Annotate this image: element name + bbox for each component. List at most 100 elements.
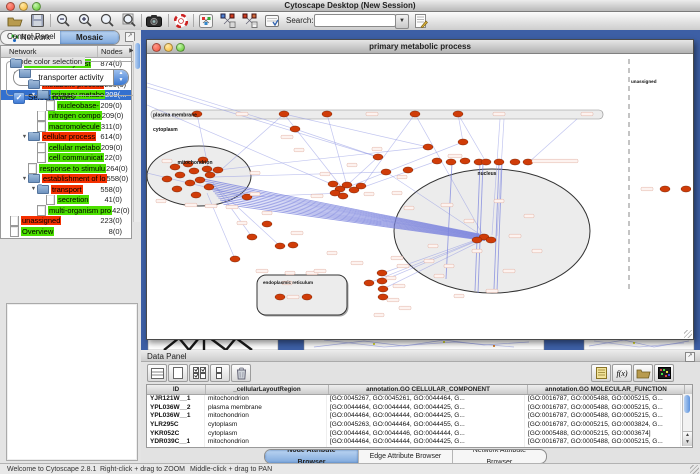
network-node[interactable] [460,158,470,164]
tree-row[interactable]: response to stimulu264(0) [1,163,131,174]
network-minimize-button[interactable] [164,43,173,52]
network-node[interactable] [377,278,387,284]
first-neighbors-red-button[interactable] [241,13,259,28]
search-dropdown-arrow[interactable]: ▼ [395,14,409,29]
network-node[interactable] [172,186,182,192]
network-node[interactable] [342,182,352,188]
snapshot-button[interactable] [145,13,163,28]
attribute-matrix-button[interactable] [654,364,674,382]
network-node[interactable] [446,159,456,165]
network-node[interactable] [481,159,491,165]
network-node[interactable] [373,154,383,160]
network-node[interactable] [486,237,496,243]
table-scrollbar-buttons[interactable]: ▲▼ [683,431,692,446]
tab-mosaic[interactable]: Mosaic [60,31,119,44]
table-row[interactable]: YDR039C__1mitochondrion[GO:0044464, GO:0… [147,438,692,447]
network-node[interactable] [377,270,387,276]
tree-row[interactable]: multi-organism pro42(0) [1,205,131,216]
first-neighbors-blue-button[interactable] [219,13,237,28]
network-close-button[interactable] [152,43,161,52]
tree-row[interactable]: macromolecule311(0) [1,121,131,132]
network-node[interactable] [472,237,482,243]
network-node[interactable] [523,159,533,165]
open-file-button[interactable] [6,13,24,28]
annotation-wizard-button[interactable] [412,13,430,28]
table-column-header[interactable]: ID [147,385,206,394]
network-node[interactable] [275,243,285,249]
tab-network-attribute-browser[interactable]: Network Attribute Browser [453,450,546,463]
tree-row[interactable]: ▼cellular process614(0) [1,132,131,143]
tree-row[interactable]: Overview8(0) [1,226,131,237]
app-titlebar[interactable]: Cytoscape Desktop (New Session) [0,0,700,12]
tree-row[interactable]: ▼establishment of lo558(0) [1,174,131,185]
network-node[interactable] [423,144,433,150]
network-node[interactable] [378,294,388,300]
tree-row[interactable]: nitrogen compo209(0) [1,111,131,122]
network-node[interactable] [356,183,366,189]
network-node[interactable] [453,111,463,117]
network-node[interactable] [302,294,312,300]
network-node[interactable] [381,169,391,175]
close-button[interactable] [6,2,15,11]
network-node[interactable] [175,172,185,178]
table-row[interactable]: YLR295Ccytoplasm[GO:0045263, GO:0044464,… [147,421,692,430]
birds-eye-view-panel[interactable] [6,303,138,461]
network-node[interactable] [205,172,215,178]
network-canvas[interactable]: plasma membranecytoplasmmitochondrionnuc… [147,53,691,337]
attribute-table-button[interactable] [147,364,167,382]
tree-row[interactable]: cell communicat22(0) [1,153,131,164]
tree-row[interactable]: cellular metabo209(0) [1,142,131,153]
network-node[interactable] [322,111,332,117]
network-node[interactable] [403,167,413,173]
network-node[interactable] [189,168,199,174]
attribute-table-header[interactable]: ID_cellularLayoutRegionannotation.GO CEL… [147,385,692,395]
network-node[interactable] [162,176,172,182]
network-node[interactable] [202,166,212,172]
help-button[interactable] [172,13,190,28]
network-window-resize-grip[interactable] [684,330,692,338]
network-node[interactable] [681,186,691,192]
tree-row[interactable]: secretion41(0) [1,195,131,206]
table-row[interactable]: YPL036W__2plasma membrane[GO:0044464, GO… [147,404,692,413]
disclosure-triangle-icon[interactable]: ▼ [21,134,28,140]
new-attribute-button[interactable] [168,364,188,382]
network-node[interactable] [410,111,420,117]
zoom-in-button[interactable] [76,13,94,28]
notepad-button[interactable] [591,364,611,382]
minimize-button[interactable] [19,2,28,11]
float-data-panel-icon[interactable]: ↗ [685,352,695,362]
disclosure-triangle-icon[interactable]: ▼ [30,186,37,192]
tree-row[interactable]: unassigned223(0) [1,216,131,227]
select-attributes-button[interactable] [189,364,209,382]
network-node[interactable] [195,177,205,183]
network-node[interactable] [213,167,223,173]
network-node[interactable] [290,126,300,132]
table-column-header[interactable]: _cellularLayoutRegion [206,385,329,394]
tree-column-network[interactable]: Network [1,46,98,57]
search-input[interactable] [314,14,396,27]
network-view-window[interactable]: primary metabolic process plasma membran… [146,39,694,340]
network-node[interactable] [330,190,340,196]
delete-attribute-button[interactable] [231,364,251,382]
function-builder-button[interactable]: f(x) [612,364,632,382]
table-scrollbar-thumb[interactable] [684,395,690,413]
network-node[interactable] [275,294,285,300]
network-node[interactable] [247,234,257,240]
import-attributes-button[interactable] [633,364,653,382]
table-scrollbar[interactable]: ▲▼ [682,394,692,446]
table-column-header[interactable]: annotation.GO CELLULAR_COMPONENT [329,385,528,394]
network-node[interactable] [494,159,504,165]
network-node[interactable] [288,242,298,248]
network-node[interactable] [279,111,289,117]
network-node[interactable] [378,286,388,292]
tree-row[interactable]: ▼transport558(0) [1,184,131,195]
tab-edge-attribute-browser[interactable]: Edge Attribute Browser [359,450,453,463]
table-row[interactable]: YKR052Ccytoplasm[GO:0044464, GO:0044446,… [147,430,692,439]
network-node[interactable] [204,184,214,190]
select-nodes-checkbox[interactable]: ✓ [13,92,25,104]
tab-node-attribute-browser[interactable]: Node Attribute Browser [265,450,359,463]
unselect-attributes-button[interactable] [210,364,230,382]
network-node[interactable] [191,192,201,198]
network-node[interactable] [432,158,442,164]
zoom-window-button[interactable] [32,2,41,11]
